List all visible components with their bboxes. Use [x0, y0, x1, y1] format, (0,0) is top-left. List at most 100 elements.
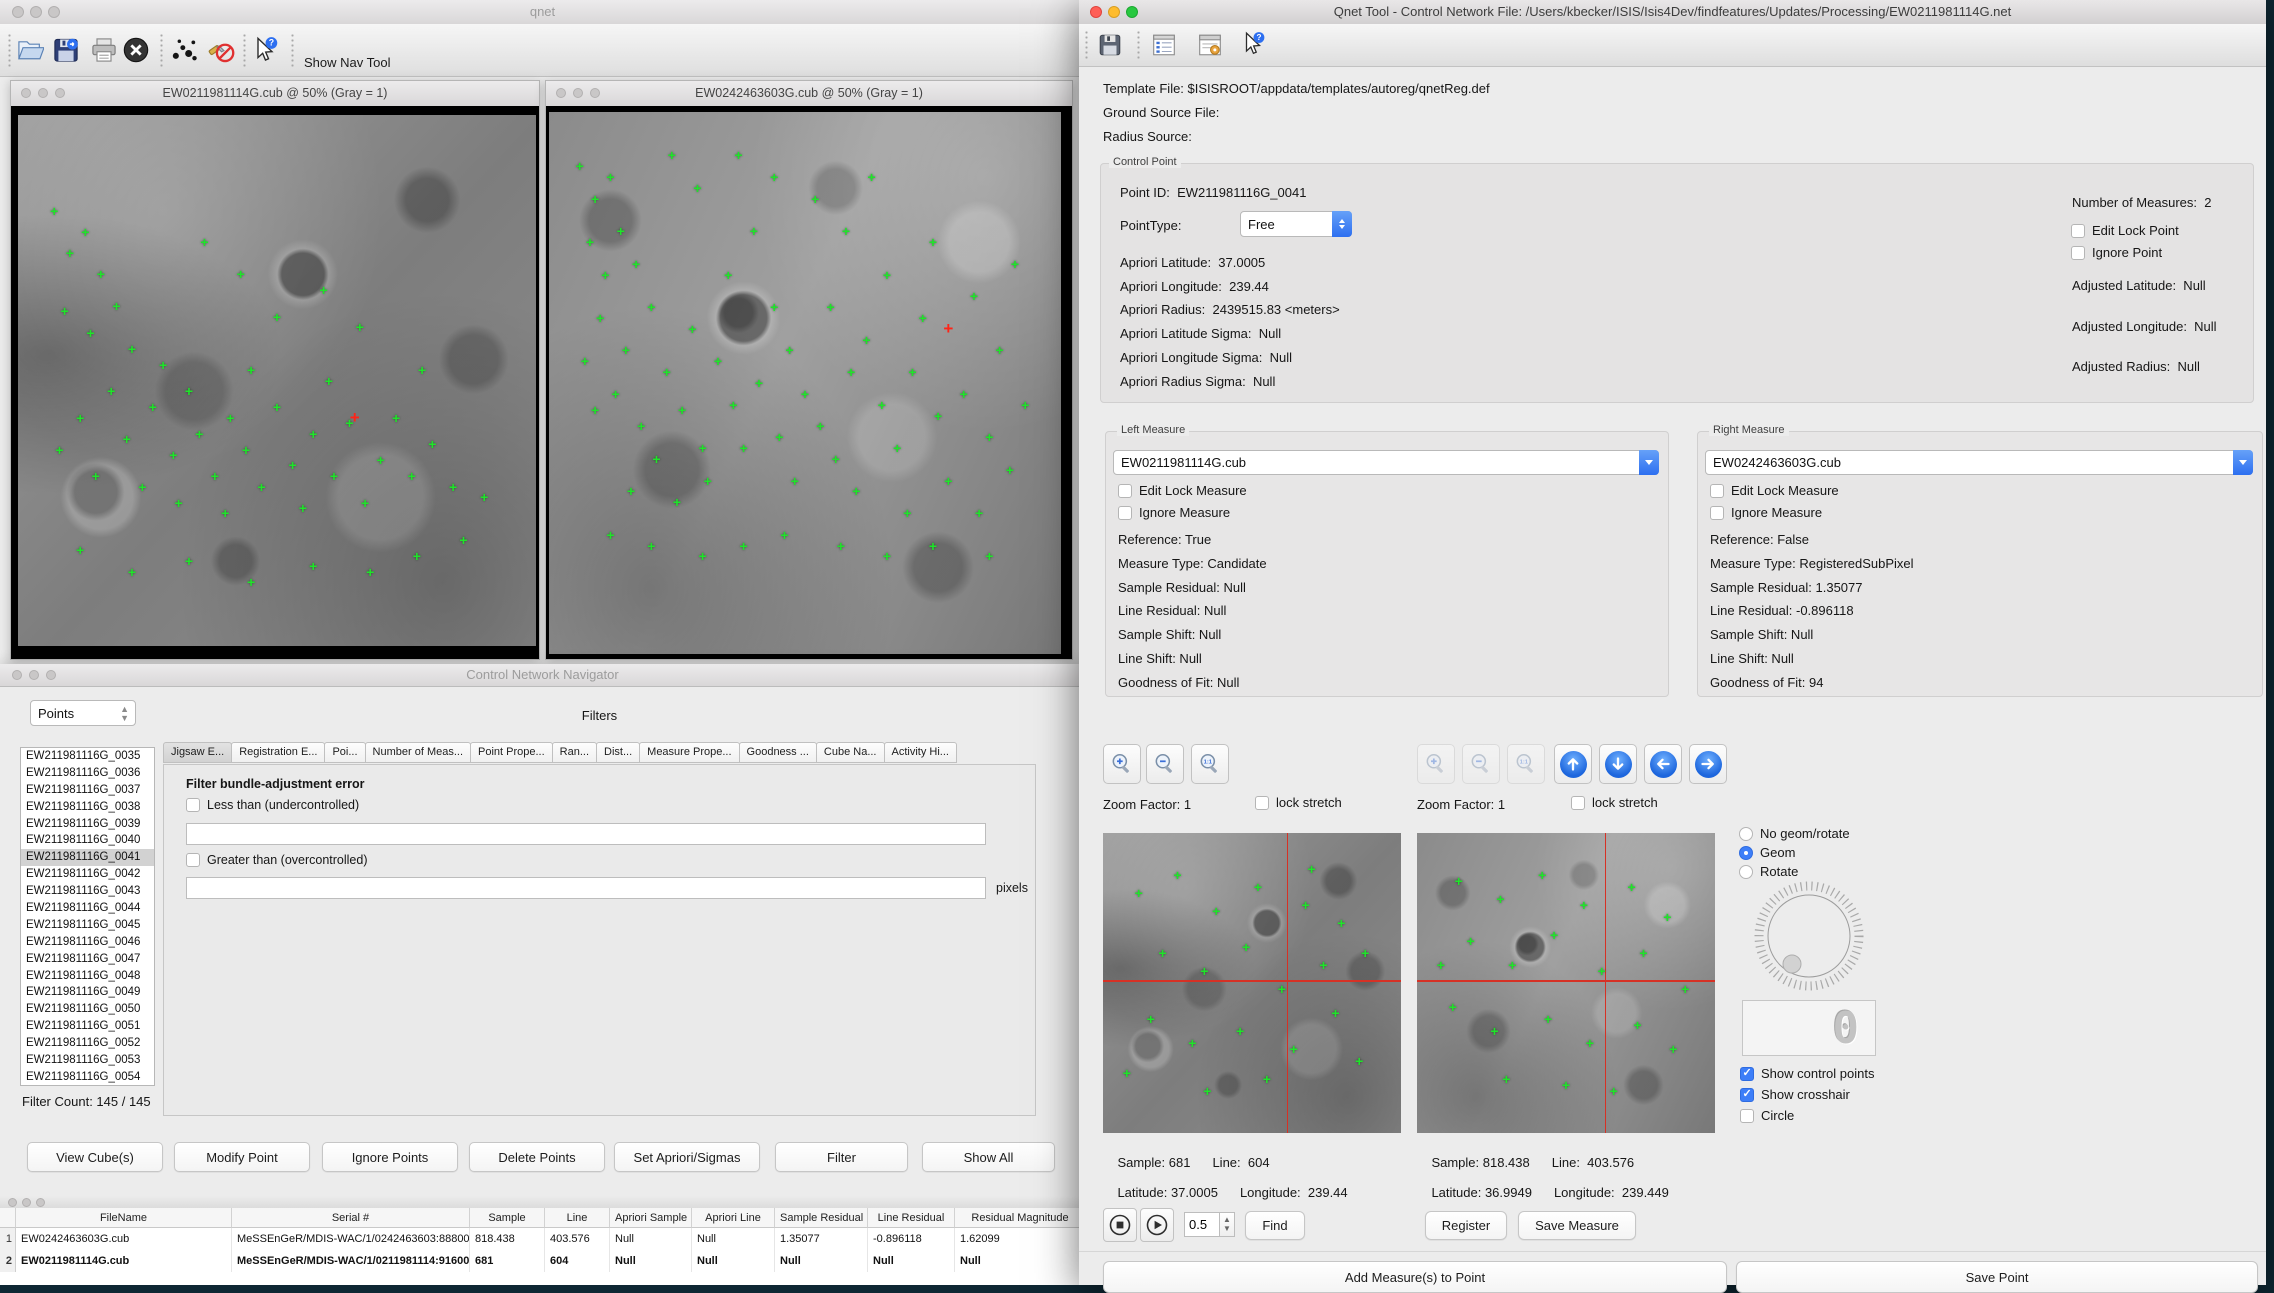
table-cell[interactable]: 604	[545, 1250, 610, 1272]
table-cell[interactable]: Null	[692, 1228, 775, 1250]
edit-lock-point-checkbox[interactable]	[2071, 224, 2085, 238]
table-cell[interactable]: Null	[610, 1228, 692, 1250]
filter-tab[interactable]: Number of Meas...	[365, 742, 471, 763]
move-down-button[interactable]	[1599, 744, 1637, 784]
filter-tab[interactable]: Ran...	[552, 742, 597, 763]
spinner-stepper[interactable]: ▲▼	[1220, 1212, 1235, 1237]
table-cell[interactable]: Null	[610, 1250, 692, 1272]
show-control-points-row[interactable]: Show control points	[1740, 1066, 1874, 1081]
table-header-cell[interactable]: Apriori Sample	[610, 1208, 692, 1228]
point-list-item[interactable]: EW211981116G_0040	[21, 832, 154, 849]
filter-tab[interactable]: Measure Prope...	[639, 742, 739, 763]
point-list-item[interactable]: EW211981116G_0045	[21, 917, 154, 934]
point-list-item[interactable]: EW211981116G_0036	[21, 765, 154, 782]
qnet-titlebar[interactable]: qnet	[0, 0, 1085, 25]
show-all-button[interactable]: Show All	[922, 1142, 1055, 1172]
no-geom-row[interactable]: No geom/rotate	[1739, 826, 1850, 841]
minimize-button[interactable]	[22, 1198, 31, 1207]
close-button[interactable]	[8, 1198, 17, 1207]
table-cell[interactable]: -0.896118	[868, 1228, 955, 1250]
show-nav-tool-button[interactable]: Show Nav Tool	[304, 55, 390, 70]
left-chip-image[interactable]: ++++++++++++++++++++++	[1103, 833, 1401, 1133]
toolbar-handle[interactable]	[1137, 30, 1140, 60]
table-cell[interactable]: MeSSEnGeR/MDIS-WAC/1/0211981114:916000	[232, 1250, 470, 1272]
viewport-left-canvas[interactable]: + ++++++++++++++++++++++++++++++++++++++…	[11, 106, 539, 659]
zoom-in-right-button[interactable]	[1417, 744, 1455, 784]
filter-tab[interactable]: Poi...	[324, 742, 365, 763]
filter-tab[interactable]: Registration E...	[231, 742, 325, 763]
viewport-right-canvas[interactable]: + ++++++++++++++++++++++++++++++++++++++…	[546, 106, 1072, 659]
left-edit-lock-checkbox[interactable]	[1118, 484, 1132, 498]
point-type-select[interactable]: Free	[1240, 211, 1352, 237]
table-cell[interactable]: 818.438	[470, 1228, 545, 1250]
ignore-points-button[interactable]: Ignore Points	[322, 1142, 458, 1172]
circle-row[interactable]: Circle	[1740, 1108, 1794, 1123]
cube-image[interactable]: + ++++++++++++++++++++++++++++++++++++++…	[549, 112, 1061, 654]
view-cubes-button[interactable]: View Cube(s)	[27, 1142, 163, 1172]
move-right-button[interactable]	[1689, 744, 1727, 784]
point-list[interactable]: EW211981116G_0035EW211981116G_0036EW2119…	[20, 747, 155, 1086]
measure-table-titlebar[interactable]	[0, 1196, 1086, 1208]
move-up-button[interactable]	[1554, 744, 1592, 784]
register-button[interactable]: Register	[1425, 1211, 1507, 1240]
geom-radio[interactable]	[1739, 846, 1753, 860]
greater-than-input[interactable]	[186, 877, 986, 899]
table-cell[interactable]: 1.35077	[775, 1228, 868, 1250]
table-cell[interactable]: 1	[0, 1228, 16, 1250]
show-control-points-checkbox[interactable]	[1740, 1067, 1754, 1081]
ignore-points-icon[interactable]	[207, 36, 235, 64]
zoom-1to1-left-button[interactable]: 1:1	[1191, 744, 1229, 784]
table-cell[interactable]: 403.576	[545, 1228, 610, 1250]
zoom-in-left-button[interactable]	[1103, 744, 1141, 784]
set-apriori-sigmas-button[interactable]: Set Apriori/Sigmas	[614, 1142, 760, 1172]
filter-tab[interactable]: Goodness ...	[739, 742, 817, 763]
zoom-out-left-button[interactable]	[1146, 744, 1184, 784]
table-cell[interactable]: MeSSEnGeR/MDIS-WAC/1/0242463603:888000	[232, 1228, 470, 1250]
whats-this-icon[interactable]: ?	[251, 36, 279, 64]
lock-stretch-right-checkbox[interactable]	[1571, 796, 1585, 810]
point-list-item[interactable]: EW211981116G_0053	[21, 1052, 154, 1069]
left-edit-lock-row[interactable]: Edit Lock Measure	[1118, 483, 1247, 498]
point-list-item[interactable]: EW211981116G_0050	[21, 1001, 154, 1018]
print-icon[interactable]	[90, 36, 118, 64]
table-cell[interactable]: Null	[868, 1250, 955, 1272]
move-left-button[interactable]	[1644, 744, 1682, 784]
filter-greater-row[interactable]: Greater than (overcontrolled)	[186, 853, 368, 867]
save-point-button[interactable]: Save Point	[1736, 1261, 2258, 1293]
lock-stretch-right-row[interactable]: lock stretch	[1571, 795, 1658, 810]
edit-lock-point-row[interactable]: Edit Lock Point	[2071, 223, 2179, 238]
point-list-item[interactable]: EW211981116G_0035	[21, 748, 154, 765]
right-ignore-checkbox[interactable]	[1710, 506, 1724, 520]
table-cell[interactable]: 1.62099	[955, 1228, 1086, 1250]
point-list-item[interactable]: EW211981116G_0041	[21, 849, 154, 866]
right-chip-image[interactable]: ++++++++++++++++++++++	[1417, 833, 1715, 1133]
toolbar-handle[interactable]	[8, 33, 11, 67]
geom-row[interactable]: Geom	[1739, 845, 1795, 860]
filter-tab[interactable]: Cube Na...	[816, 742, 885, 763]
ignore-point-row[interactable]: Ignore Point	[2071, 245, 2162, 260]
table-cell[interactable]: Null	[692, 1250, 775, 1272]
point-list-item[interactable]: EW211981116G_0046	[21, 934, 154, 951]
toolbar-handle[interactable]	[1085, 30, 1088, 60]
cube-image[interactable]: + ++++++++++++++++++++++++++++++++++++++…	[18, 115, 536, 646]
filter-tab[interactable]: Point Prope...	[470, 742, 553, 763]
point-list-item[interactable]: EW211981116G_0038	[21, 799, 154, 816]
delete-points-button[interactable]: Delete Points	[469, 1142, 605, 1172]
table-cell[interactable]: EW0211981114G.cub	[16, 1250, 232, 1272]
left-ignore-checkbox[interactable]	[1118, 506, 1132, 520]
table-cell[interactable]: Null	[775, 1250, 868, 1272]
filter-button[interactable]: Filter	[775, 1142, 908, 1172]
modify-point-button[interactable]: Modify Point	[174, 1142, 310, 1172]
less-than-input[interactable]	[186, 823, 986, 845]
no-geom-radio[interactable]	[1739, 827, 1753, 841]
ignore-point-checkbox[interactable]	[2071, 246, 2085, 260]
lock-stretch-left-checkbox[interactable]	[1255, 796, 1269, 810]
right-edit-lock-row[interactable]: Edit Lock Measure	[1710, 483, 1839, 498]
filter-less-row[interactable]: Less than (undercontrolled)	[186, 798, 359, 812]
point-list-item[interactable]: EW211981116G_0037	[21, 782, 154, 799]
table-header-cell[interactable]: Residual Magnitude	[955, 1208, 1086, 1228]
left-measure-select[interactable]: EW0211981114G.cub	[1113, 450, 1659, 475]
zoom-out-right-button[interactable]	[1462, 744, 1500, 784]
left-ignore-row[interactable]: Ignore Measure	[1118, 505, 1230, 520]
save-measure-button[interactable]: Save Measure	[1518, 1211, 1636, 1240]
